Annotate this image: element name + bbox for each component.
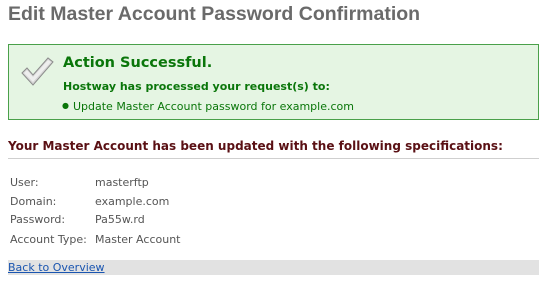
footer-bar: Back to Overview [8, 260, 539, 275]
back-to-overview-link[interactable]: Back to Overview [8, 261, 105, 274]
success-item: ● Update Master Account password for exam… [62, 100, 354, 113]
spec-value: Pa55w.rd [95, 213, 145, 226]
checkmark-icon [21, 57, 54, 86]
spec-value: masterftp [95, 176, 149, 189]
success-subtitle: Hostway has processed your request(s) to… [63, 80, 330, 93]
spec-value: example.com [95, 195, 170, 208]
success-title: Action Successful. [63, 55, 213, 71]
spec-label: Domain: [10, 195, 57, 208]
page-title: Edit Master Account Password Confirmatio… [8, 3, 421, 25]
spec-value: Master Account [95, 233, 181, 246]
spec-label: Account Type: [10, 233, 87, 246]
specs-heading: Your Master Account has been updated wit… [8, 139, 503, 153]
spec-label: Password: [10, 213, 66, 226]
section-divider [8, 158, 539, 159]
success-message-box: Action Successful. Hostway has processed… [8, 44, 539, 120]
spec-label: User: [10, 176, 39, 189]
success-item-text: Update Master Account password for examp… [72, 100, 354, 113]
bullet-icon: ● [62, 101, 69, 110]
